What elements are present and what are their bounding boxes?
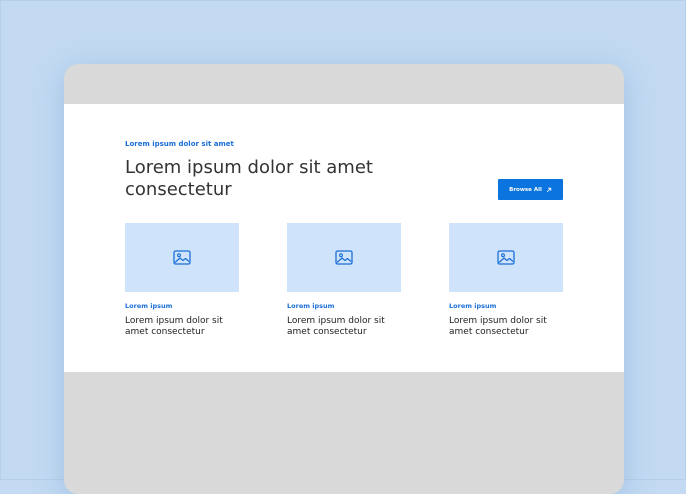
browser-frame: Lorem ipsum dolor sit amet Lorem ipsum d… bbox=[64, 64, 624, 494]
card[interactable]: Lorem ipsum Lorem ipsum dolor sit amet c… bbox=[287, 223, 401, 338]
card[interactable]: Lorem ipsum Lorem ipsum dolor sit amet c… bbox=[449, 223, 563, 338]
section-eyebrow: Lorem ipsum dolor sit amet bbox=[125, 140, 234, 148]
card-title: Lorem ipsum dolor sit amet consectetur bbox=[125, 316, 223, 337]
section-headline: Lorem ipsum dolor sit amet consectetur bbox=[125, 157, 373, 200]
arrow-up-right-icon bbox=[546, 187, 552, 192]
card-image-placeholder bbox=[449, 223, 563, 292]
card-title: Lorem ipsum dolor sit amet consectetur bbox=[449, 316, 547, 337]
card-eyebrow: Lorem ipsum bbox=[449, 302, 497, 310]
card-eyebrow: Lorem ipsum bbox=[287, 302, 335, 310]
card[interactable]: Lorem ipsum Lorem ipsum dolor sit amet c… bbox=[125, 223, 239, 338]
image-icon bbox=[335, 250, 353, 265]
browse-all-label: Browse All bbox=[509, 186, 542, 193]
image-icon bbox=[497, 250, 515, 265]
image-icon bbox=[173, 250, 191, 265]
browse-all-button[interactable]: Browse All bbox=[498, 179, 563, 200]
content-section: Lorem ipsum dolor sit amet Lorem ipsum d… bbox=[64, 104, 624, 372]
card-image-placeholder bbox=[125, 223, 239, 292]
card-eyebrow: Lorem ipsum bbox=[125, 302, 173, 310]
card-title: Lorem ipsum dolor sit amet consectetur bbox=[287, 316, 385, 337]
card-image-placeholder bbox=[287, 223, 401, 292]
